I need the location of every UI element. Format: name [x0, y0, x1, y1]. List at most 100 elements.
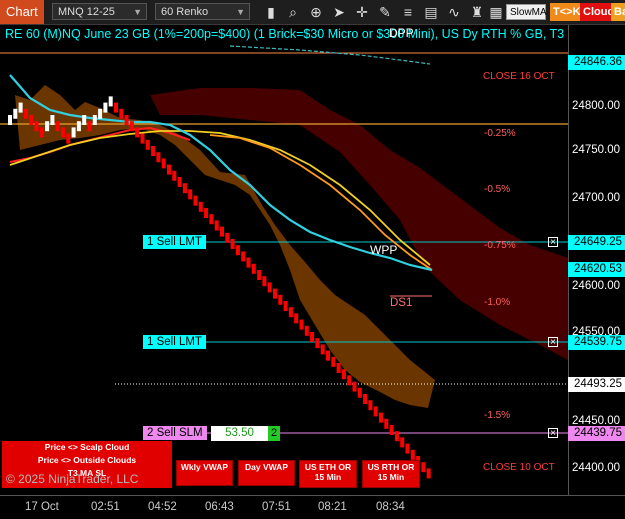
bar-style-icon[interactable]: ▮: [262, 3, 280, 21]
close-label-bottom: CLOSE 10 OCT: [483, 462, 555, 473]
chart-canvas[interactable]: [0, 25, 568, 495]
pct-label: -1.0%: [484, 297, 511, 308]
close-icon[interactable]: ×: [548, 337, 558, 348]
toolbar: Chart MNQ 12-25 ▼ 60 Renko ▼ ▮ ⌕ ⊕ ➤ ✛ ✎ ≡…: [0, 0, 625, 25]
up-brick: [8, 115, 12, 125]
down-brick: [161, 158, 166, 169]
up-brick: [98, 108, 103, 119]
up-brick: [18, 102, 23, 113]
us-rth-or-button[interactable]: US RTH OR 15 Min: [362, 460, 420, 488]
indicators-icon[interactable]: ∿: [445, 3, 463, 21]
order-price-field[interactable]: 53.50: [211, 426, 268, 441]
pct-label: -0.5%: [484, 184, 511, 195]
wkly-vwap-button[interactable]: Wkly VWAP: [176, 460, 233, 486]
down-brick: [352, 381, 357, 392]
cyan-dashed-line: [229, 45, 431, 65]
down-brick: [177, 177, 182, 187]
x-tick: 02:51: [91, 501, 120, 513]
price-axis[interactable]: 24800.00 24750.00 24700.00 24600.00 2455…: [568, 25, 625, 495]
down-brick: [310, 332, 315, 342]
price-tag: 24493.25: [568, 377, 625, 392]
down-brick: [23, 108, 28, 119]
down-brick: [198, 201, 203, 212]
up-brick: [50, 115, 55, 125]
x-tick: 07:51: [262, 501, 291, 513]
y-tick: 24400.00: [572, 462, 620, 474]
scalp-cloud-button[interactable]: Price <> Scalp Cloud: [2, 441, 172, 454]
day-vwap-button[interactable]: Day VWAP: [238, 460, 295, 486]
x-tick: 08:34: [376, 501, 405, 513]
down-brick: [188, 189, 193, 200]
y-tick: 24800.00: [572, 100, 620, 112]
properties-icon[interactable]: ≡: [399, 3, 417, 21]
slow-ma-selector[interactable]: SlowMA: [506, 4, 547, 20]
down-brick: [167, 164, 171, 175]
down-brick: [182, 183, 187, 194]
up-brick: [82, 115, 87, 125]
down-brick: [34, 121, 39, 132]
wpp-label: WPP: [370, 243, 398, 257]
down-brick: [278, 294, 283, 305]
down-brick: [315, 338, 320, 349]
order-qty-field[interactable]: 2: [268, 426, 280, 441]
down-brick: [225, 232, 230, 243]
x-tick: 17 Oct: [25, 501, 59, 513]
down-brick: [347, 375, 352, 386]
close-icon[interactable]: ×: [548, 237, 558, 248]
zoom-in-icon[interactable]: ⊕: [307, 3, 325, 21]
bar-type-selector[interactable]: 60 Renko ▼: [155, 3, 250, 20]
us-eth-or-button[interactable]: US ETH OR 15 Min: [299, 460, 357, 488]
down-brick: [241, 251, 246, 262]
down-brick: [135, 127, 140, 138]
close-icon[interactable]: ×: [548, 428, 558, 439]
time-axis[interactable]: 17 Oct 02:51 04:52 06:43 07:51 08:21 08:…: [0, 495, 625, 519]
sell-limit-order-2[interactable]: 1 Sell LMT: [143, 335, 206, 349]
down-brick: [251, 263, 256, 274]
sell-limit-order-1[interactable]: 1 Sell LMT: [143, 235, 206, 249]
price-tag: 24439.75: [568, 426, 625, 441]
outside-clouds-button[interactable]: Price <> Outside Clouds: [2, 454, 172, 467]
bar-button[interactable]: Ba: [611, 3, 625, 21]
down-brick: [61, 127, 65, 138]
down-brick: [267, 282, 272, 293]
down-brick: [156, 152, 161, 163]
tc-toggle-button[interactable]: T<>K: [550, 3, 584, 21]
instrument-selector[interactable]: MNQ 12-25 ▼: [52, 3, 147, 20]
up-brick: [76, 121, 81, 132]
down-brick: [124, 115, 129, 125]
copyright-text: © 2025 NinjaTrader, LLC: [6, 472, 139, 486]
pointer-icon[interactable]: ➤: [330, 3, 348, 21]
down-brick: [379, 412, 383, 423]
search-icon[interactable]: ⌕: [284, 3, 302, 21]
down-brick: [209, 214, 214, 225]
down-brick: [29, 115, 34, 125]
down-brick: [151, 146, 156, 156]
up-brick: [45, 121, 50, 132]
crosshair-icon[interactable]: ✛: [353, 3, 371, 21]
down-brick: [294, 313, 299, 324]
data-box-icon[interactable]: ▤: [422, 3, 440, 21]
atm-icon[interactable]: ▦: [487, 3, 505, 21]
chevron-down-icon: ▼: [236, 7, 245, 17]
down-brick: [214, 220, 219, 231]
chart-tab[interactable]: Chart: [0, 0, 44, 24]
down-brick: [331, 356, 336, 367]
down-brick: [39, 127, 44, 138]
y-tick: 24700.00: [572, 192, 620, 204]
strategies-icon[interactable]: ♜: [468, 3, 486, 21]
down-brick: [172, 170, 177, 181]
down-brick: [235, 245, 240, 256]
down-brick: [410, 449, 415, 460]
x-tick: 06:43: [205, 501, 234, 513]
down-brick: [357, 387, 362, 398]
sell-stop-order[interactable]: 2 Sell SLM: [143, 426, 207, 440]
drawing-tool-icon[interactable]: ✎: [376, 3, 394, 21]
price-tag: 24846.36: [568, 55, 625, 70]
up-brick: [13, 108, 18, 119]
down-brick: [129, 121, 134, 132]
down-brick: [288, 307, 293, 318]
down-brick: [320, 344, 325, 355]
down-brick: [193, 195, 198, 206]
down-brick: [140, 133, 145, 144]
price-tag: 24649.25: [568, 235, 625, 250]
